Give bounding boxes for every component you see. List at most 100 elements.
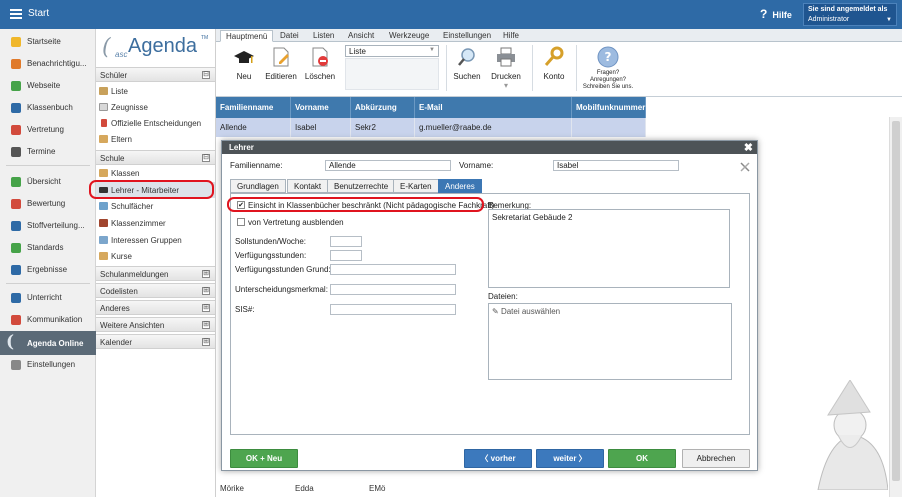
section-kalender[interactable]: Kalender ⊞ [96,334,215,349]
search-button[interactable]: Suchen [452,46,482,81]
nav-item-stoffverteilung[interactable]: Stoffverteilung... [0,215,96,237]
tab-datei[interactable]: Datei [275,30,304,42]
user-menu[interactable]: Sie sind angemeldet als Administrator ▼ [803,3,897,26]
extra-hours-reason-field[interactable] [330,264,456,275]
tab-kontakt[interactable]: Kontakt [287,179,329,193]
logo-prefix: asc [115,50,128,59]
tab-benutzerrechte[interactable]: Benutzerrechte [327,179,396,193]
table-cell[interactable]: g.mueller@raabe.de [415,118,572,137]
choose-file-label[interactable]: Datei auswählen [501,307,560,316]
nav-item-vertretung[interactable]: Vertretung [0,119,96,141]
sidebar-item-schulfaecher[interactable]: Schulfächer [96,198,215,214]
tab-einstellungen[interactable]: Einstellungen [438,30,496,42]
remark-textarea[interactable]: Sekretariat Gebäude 2 [488,209,730,288]
ok-button[interactable]: OK [608,449,676,468]
column-header[interactable]: Mobilfunknummer [572,97,646,118]
edit-button[interactable]: Editieren [264,46,298,81]
tab-e-karten[interactable]: E-Karten [393,179,439,193]
column-header[interactable]: Vorname [291,97,351,118]
new-label: Neu [236,72,252,81]
table-cell[interactable]: Isabel [291,118,351,137]
hide-substitution-checkbox[interactable] [237,218,245,226]
column-header[interactable]: E-Mail [415,97,572,118]
hours-week-field[interactable] [330,236,362,247]
sidebar-item-kurse[interactable]: Kurse [96,248,215,264]
delete-button[interactable]: Löschen [304,46,336,81]
cancel-button[interactable]: Abbrechen [682,449,750,468]
print-label: Drucken [491,72,521,81]
lastname-field[interactable]: Allende [325,160,451,171]
table-cell[interactable]: Mörike [220,484,244,493]
collapse-icon[interactable]: ⊟ [202,154,210,162]
nav-item-übersicht[interactable]: Übersicht [0,171,96,193]
new-button[interactable]: Neu [230,46,258,81]
tab-listen[interactable]: Listen [308,30,339,42]
nav-item-benachrichtigu[interactable]: Benachrichtigu... [0,53,96,75]
nav-item-webseite[interactable]: Webseite [0,75,96,97]
expand-icon[interactable]: ⊞ [202,321,210,329]
nav-item-bewertung[interactable]: Bewertung [0,193,96,215]
next-button[interactable]: weiter 〉 [536,449,604,468]
previous-button[interactable]: 〈 vorher [464,449,532,468]
tab-hilfe[interactable]: Hilfe [498,30,524,42]
file-dropzone[interactable]: ✎ Datei auswählen [488,303,732,380]
sidebar-item-zeugnisse[interactable]: Zeugnisse [96,99,215,115]
ok-new-button[interactable]: OK + Neu [230,449,298,468]
firstname-field[interactable]: Isabel [553,160,679,171]
column-header[interactable]: Abkürzung [351,97,415,118]
extra-hours-field[interactable] [330,250,362,261]
table-cell[interactable]: Sekr2 [351,118,415,137]
expand-icon[interactable]: ⊞ [202,304,210,312]
table-cell[interactable]: EMö [369,484,385,493]
tab-grundlagen[interactable]: Grundlagen [230,179,286,193]
section-schueler[interactable]: Schüler ⊟ [96,67,215,82]
account-button[interactable]: Konto [539,46,569,81]
section-anderes[interactable]: Anderes ⊞ [96,300,215,315]
table-cell[interactable] [572,118,646,137]
column-header[interactable]: Familienname [216,97,291,118]
tab-anderes[interactable]: Anderes [438,179,482,193]
tab-werkzeuge[interactable]: Werkzeuge [384,30,434,42]
section-schulanmeldungen[interactable]: Schulanmeldungen ⊞ [96,266,215,281]
module-sidebar: ( asc Agenda TM Schüler ⊟ Liste Zeugnisse… [96,29,216,497]
section-codelisten[interactable]: Codelisten ⊞ [96,283,215,298]
nav-item-standards[interactable]: Standards [0,237,96,259]
table-cell[interactable]: Edda [295,484,314,493]
tab-hauptmenue[interactable]: Hauptmenü [220,30,274,42]
help-link[interactable]: ? Hilfe [760,7,792,21]
sidebar-item-klassenzimmer[interactable]: Klassenzimmer [96,215,215,231]
nav-item-unterricht[interactable]: Unterricht [0,287,96,309]
scrollbar-thumb[interactable] [892,121,900,481]
menu-icon[interactable] [10,9,22,19]
expand-icon[interactable]: ⊞ [202,338,210,346]
nav-item-agenda-online[interactable]: (Agenda Online [0,331,96,355]
nav-item-einstellungen[interactable]: Einstellungen [0,354,96,376]
nav-item-klassenbuch[interactable]: Klassenbuch [0,97,96,119]
tab-ansicht[interactable]: Ansicht [343,30,379,42]
sidebar-item-eltern[interactable]: Eltern [96,131,215,147]
tools-icon[interactable] [739,161,751,173]
nav-item-ergebnisse[interactable]: Ergebnisse [0,259,96,281]
sis-field[interactable] [330,304,456,315]
distinguishing-field[interactable] [330,284,456,295]
section-weitere-ansichten[interactable]: Weitere Ansichten ⊞ [96,317,215,332]
print-button[interactable]: Drucken ▾ [488,46,524,90]
nav-item-kommunikation[interactable]: Kommunikation [0,309,96,331]
highlight-lehrer [89,180,214,199]
edit-document-icon [270,46,292,68]
section-schule[interactable]: Schule ⊟ [96,150,215,165]
nav-item-startseite[interactable]: Startseite [0,31,96,53]
view-select[interactable]: Liste ▼ [345,45,439,57]
expand-icon[interactable]: ⊞ [202,287,210,295]
table-cell[interactable]: Allende [216,118,291,137]
nav-item-termine[interactable]: Termine [0,141,96,163]
feedback-button[interactable]: ? Fragen? Anregungen? Schreiben Sie uns. [582,46,634,91]
collapse-icon[interactable]: ⊟ [202,71,210,79]
sidebar-item-klassen[interactable]: Klassen [96,165,215,181]
expand-icon[interactable]: ⊞ [202,270,210,278]
page-scrollbar[interactable] [889,117,902,497]
sidebar-item-liste[interactable]: Liste [96,83,215,99]
sidebar-item-interessen[interactable]: Interessen Gruppen [96,232,215,248]
sidebar-item-entscheidungen[interactable]: Offizielle Entscheidungen [96,115,215,131]
close-icon[interactable]: ✖ [744,141,753,154]
